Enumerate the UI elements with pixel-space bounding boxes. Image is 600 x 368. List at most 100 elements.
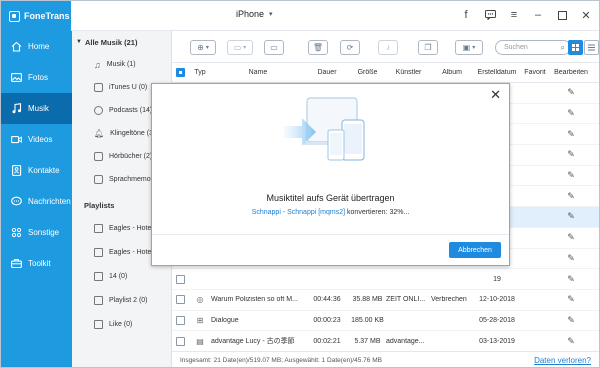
edit-icon[interactable]: ✎ — [549, 191, 593, 202]
toolbox-button[interactable]: ▣ ▾ — [455, 40, 483, 55]
cell-artist: advantage... — [386, 337, 425, 345]
edit-icon[interactable]: ✎ — [549, 129, 593, 140]
list-view-button[interactable] — [584, 40, 599, 55]
edit-icon[interactable]: ✎ — [549, 232, 593, 243]
refresh-button[interactable]: ⟳ — [340, 40, 360, 55]
cell-duration: 00:02:21 — [313, 337, 341, 345]
nav-item-videos[interactable]: Videos — [1, 124, 72, 155]
table-row[interactable]: ▤ advantage Lucy - 古の季節 00:02:21 5.37 MB adv… — [172, 331, 599, 352]
category-label: Klingeltöne (3 — [110, 130, 153, 137]
column-name[interactable]: Name — [211, 69, 305, 76]
sidebar-nav: Home Fotos Musik Videos Kontakte Nachric… — [1, 31, 72, 367]
column-type[interactable]: Typ — [189, 69, 211, 76]
playlist-label: Eagles - Hotel — [109, 224, 153, 232]
facebook-icon[interactable]: f — [459, 8, 473, 22]
bell-icon: 🔔︎ — [94, 129, 105, 138]
device-selector[interactable]: iPhone ▾ — [231, 9, 273, 19]
cell-date: 12-10-2018 — [479, 296, 515, 304]
minimize-icon[interactable]: – — [531, 8, 545, 22]
chevron-down-icon: ▾ — [472, 45, 476, 51]
cell-name: Dialogue — [211, 316, 239, 324]
select-all-checkbox[interactable] — [172, 68, 189, 77]
category-label: Podcasts (14) — [109, 107, 153, 114]
status-bar: Insgesamt: 21 Date(en)/519.07 MB; Ausgew… — [172, 351, 599, 367]
edit-icon[interactable]: ✎ — [549, 87, 593, 98]
nav-item-home[interactable]: Home — [1, 31, 72, 62]
feedback-icon[interactable] — [483, 8, 497, 22]
edit-icon[interactable]: ✎ — [549, 149, 593, 160]
playlist-item[interactable]: Like (0) — [72, 312, 171, 336]
voice-memo-icon — [94, 175, 103, 184]
playlist-label: Eagles - Hotel — [109, 248, 153, 256]
row-checkbox[interactable] — [172, 315, 189, 325]
other-icon — [10, 227, 22, 239]
edit-icon[interactable]: ✎ — [549, 294, 593, 305]
delete-button[interactable]: 🗑︎ — [308, 40, 328, 55]
ringtone-button[interactable]: ♪ — [378, 40, 398, 55]
column-size[interactable]: Größe — [349, 69, 386, 76]
cell-duration: 00:00:23 — [313, 316, 341, 324]
playlist-item[interactable]: Playlist 2 (0) — [72, 288, 171, 312]
cell-album: Verbrechen — [431, 296, 467, 304]
add-button[interactable]: ⊕ ▾ — [190, 40, 216, 55]
playlist-icon — [94, 319, 103, 329]
nav-label: Home — [28, 42, 50, 51]
column-duration[interactable]: Dauer — [305, 69, 349, 76]
nav-item-toolkit[interactable]: Toolkit — [1, 248, 72, 279]
nav-item-music[interactable]: Musik — [1, 93, 72, 124]
column-edit[interactable]: Bearbeiten — [549, 69, 593, 76]
column-favorite[interactable]: Favorit — [521, 69, 549, 76]
edit-icon[interactable]: ✎ — [549, 336, 593, 347]
close-icon[interactable]: ✕ — [579, 8, 593, 22]
category-all-music[interactable]: ▼ Alle Musik (21) — [72, 31, 171, 53]
table-row[interactable]: ◎ Warum Polizisten so oft M... 00:44:36 35.… — [172, 290, 599, 311]
table-row[interactable]: 19 ✎ — [172, 269, 599, 290]
edit-icon[interactable]: ✎ — [549, 315, 593, 326]
nav-item-other[interactable]: Sonstige — [1, 217, 72, 248]
export-icon: ▭ — [233, 43, 242, 52]
itunes-u-icon — [94, 83, 103, 92]
playlist-label: Like (0) — [109, 320, 133, 328]
row-checkbox[interactable] — [172, 274, 189, 284]
edit-icon[interactable]: ✎ — [549, 108, 593, 119]
edit-icon[interactable]: ✎ — [549, 211, 593, 222]
row-checkbox[interactable] — [172, 336, 189, 346]
cell-name: advantage Lucy - 古の季節 — [211, 338, 295, 346]
nav-label: Sonstige — [28, 228, 60, 237]
menu-icon[interactable]: ≡ — [507, 8, 521, 22]
close-icon[interactable]: ✕ — [490, 87, 501, 103]
podcast-icon — [94, 106, 103, 115]
nav-item-contacts[interactable]: Kontakte — [1, 155, 72, 186]
export-button[interactable]: ▭ ▾ — [227, 40, 253, 55]
cancel-button[interactable]: Abbrechen — [449, 242, 501, 258]
nav-item-messages[interactable]: Nachrichten — [1, 186, 72, 217]
export-to-pc-button[interactable]: ▭ — [264, 40, 284, 55]
music-note-icon: ♫ — [94, 59, 101, 70]
restore-icon[interactable] — [555, 8, 569, 22]
search-input[interactable]: Suchen ⌕ — [495, 40, 571, 55]
edit-icon[interactable]: ✎ — [549, 274, 593, 285]
brand: FoneTrans — [1, 1, 71, 31]
window-controls: f ≡ – ✕ — [459, 8, 593, 22]
edit-icon[interactable]: ✎ — [549, 170, 593, 181]
cell-name: Warum Polizisten so oft M... — [211, 296, 298, 304]
copy-button[interactable]: ❐ — [418, 40, 438, 55]
column-album[interactable]: Album — [431, 69, 473, 76]
title-bar: FoneTrans iPhone ▾ f ≡ – ✕ — [1, 1, 599, 31]
edit-icon[interactable]: ✎ — [549, 253, 593, 264]
photos-icon — [10, 72, 22, 84]
category-item-music[interactable]: ♫ Musik (1) — [72, 53, 171, 76]
grid-view-button[interactable] — [568, 40, 583, 55]
device-name: iPhone — [236, 9, 265, 19]
playlist-label: 14 (0) — [109, 272, 128, 280]
nav-item-photos[interactable]: Fotos — [1, 62, 72, 93]
column-artist[interactable]: Künstler — [386, 69, 431, 76]
dialog-title: Musiktitel aufs Gerät übertragen — [266, 193, 395, 203]
type-icon: ◎ — [196, 295, 204, 305]
table-row[interactable]: ⊞ Dialogue 00:00:23 185.00 KB 05-28-2018 ✎ — [172, 311, 599, 332]
row-checkbox[interactable] — [172, 295, 189, 305]
search-icon: ⌕ — [560, 43, 565, 52]
column-date[interactable]: Erstelldatum — [473, 69, 521, 76]
data-lost-link[interactable]: Daten verloren? — [534, 356, 591, 365]
playlist-item[interactable]: 14 (0) — [72, 264, 171, 288]
